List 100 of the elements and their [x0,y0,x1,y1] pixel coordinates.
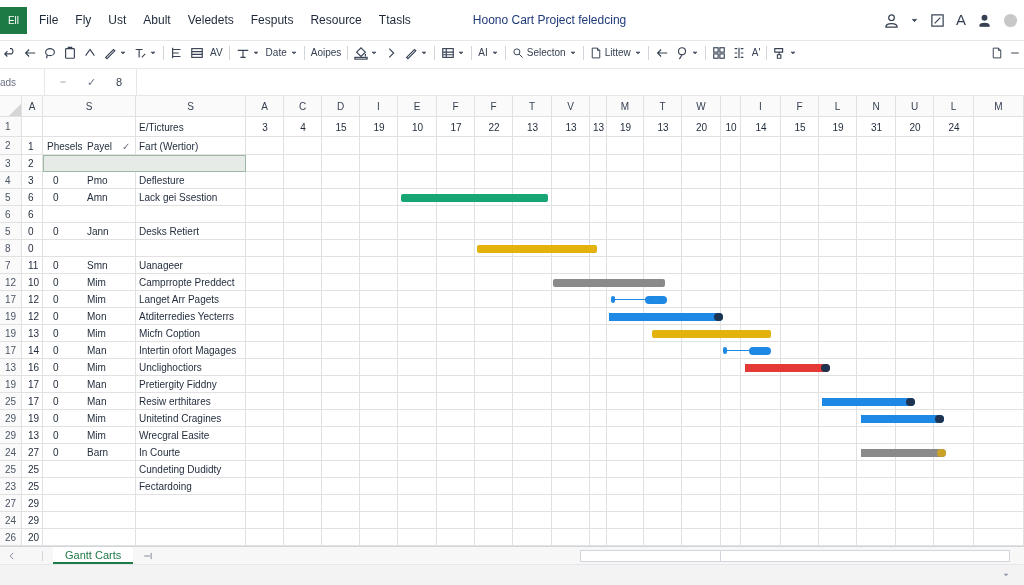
menu-item[interactable]: Veledets [187,11,234,29]
column-header[interactable]: E [398,96,437,117]
align-button[interactable] [170,45,184,60]
grid-button[interactable] [711,45,726,60]
row-header[interactable]: 13 [0,359,22,376]
column-header[interactable]: M [607,96,644,117]
row-header[interactable]: 17 [0,342,22,359]
column-header[interactable]: F [437,96,475,117]
menu-item[interactable]: Fesputs [250,11,294,29]
selected-cell-range[interactable] [43,155,246,172]
font-button[interactable]: A [956,8,966,32]
toolbar-button[interactable]: AV [210,45,223,60]
person-button[interactable] [884,12,899,28]
person-small-button[interactable] [977,12,992,28]
toolbar-button[interactable]: A' [751,45,761,60]
table-button[interactable] [441,45,466,60]
row-header[interactable]: 19 [0,325,22,342]
name-box[interactable]: ads [0,69,45,95]
row-header[interactable]: 25 [0,461,22,478]
row-header[interactable]: 5 [0,223,22,240]
table-cell-text: Amn [87,191,108,205]
column-header[interactable]: C [284,96,322,117]
list-button[interactable] [190,45,204,60]
row-header[interactable]: 3 [0,155,22,172]
row-header[interactable]: 24 [0,444,22,461]
row-header[interactable]: 27 [0,495,22,512]
row-header[interactable]: 19 [0,376,22,393]
menu-item[interactable]: Ttasls [378,11,411,29]
column-header[interactable]: I [360,96,398,117]
row-header[interactable]: 24 [0,512,22,529]
confirm-button[interactable]: ✓ [87,73,96,91]
column-header[interactable]: S [136,96,246,117]
bucket-button[interactable] [354,45,379,60]
table-cell-text: 29 [27,497,41,511]
row-header[interactable]: 23 [0,478,22,495]
column-header[interactable]: T [513,96,552,117]
menu-item[interactable]: File [39,11,59,29]
table-cell-text: 19 [832,120,844,135]
milestone-link[interactable] [610,295,667,304]
column-header[interactable]: L [934,96,974,117]
row-header[interactable]: 25 [0,393,22,410]
table-cell-text: 4 [300,120,306,135]
lasso-button[interactable] [43,45,57,60]
gantt-bar[interactable] [860,414,944,423]
table-cell-text: Fart (Wertior) [139,139,199,154]
table-cell-text: 16 [27,361,41,375]
column-header[interactable]: T [644,96,682,117]
column-header[interactable]: F [475,96,513,117]
bucket-icon [354,45,369,60]
gantt-bar[interactable] [608,312,723,321]
square-pen-button[interactable] [930,12,945,28]
row-header[interactable]: 2 [0,137,22,155]
table-cell-text: E/Tictures [139,120,184,135]
column-header[interactable]: L [819,96,857,117]
row-header[interactable]: 4 [0,172,22,189]
menu-item[interactable]: Ust [108,11,127,29]
table-cell-text: 13 [592,120,605,135]
row-header[interactable]: 26 [0,529,22,546]
toolbar-button[interactable]: Aoipes [310,45,342,60]
column-header[interactable]: I [741,96,781,117]
column-header[interactable]: W [682,96,721,117]
document-button[interactable] [991,46,1003,59]
sheet-tab[interactable]: Gantt Carts [53,547,134,564]
menu-item[interactable]: Resource [310,11,362,29]
milestone-link[interactable] [723,346,771,355]
toolbar-button[interactable]: Littew [589,45,642,60]
toolbar-button[interactable]: AI [478,45,499,60]
row-header[interactable]: 6 [0,206,22,223]
toolbar-button[interactable]: Date [265,45,298,60]
horizontal-scrollbar[interactable] [580,549,1010,562]
table-cell-text: 0 [53,327,59,341]
undo-button[interactable] [3,45,17,60]
row-header[interactable]: 12 [0,274,22,291]
column-header[interactable]: N [857,96,896,117]
row-header[interactable]: 7 [0,257,22,274]
row-header[interactable]: 29 [0,427,22,444]
gantt-bar[interactable] [745,363,831,372]
clipboard-button[interactable] [63,45,77,60]
table-cell-text: 31 [870,120,883,135]
column-header[interactable]: F [781,96,819,117]
row-header[interactable]: 1 [0,117,22,137]
menu-item[interactable]: Fly [75,11,92,29]
column-header[interactable]: V [552,96,590,117]
row-header[interactable]: 29 [0,410,22,427]
column-header[interactable]: A [22,96,43,117]
column-header[interactable]: D [322,96,360,117]
brush-button[interactable] [773,45,798,60]
toolbar-button[interactable]: Selecton [511,45,577,60]
column-header[interactable]: S [43,96,136,117]
gantt-bar[interactable] [822,397,915,406]
table-cell-text: 14 [755,120,767,135]
row-header[interactable]: 19 [0,308,22,325]
row-header[interactable]: 8 [0,240,22,257]
menu-item[interactable]: Abult [143,11,171,29]
row-header[interactable]: 17 [0,291,22,308]
row-header[interactable]: 5 [0,189,22,206]
column-header[interactable]: U [896,96,934,117]
column-header[interactable]: A [246,96,284,117]
table-cell-text: 13 [526,120,539,135]
column-header[interactable]: M [974,96,1024,117]
